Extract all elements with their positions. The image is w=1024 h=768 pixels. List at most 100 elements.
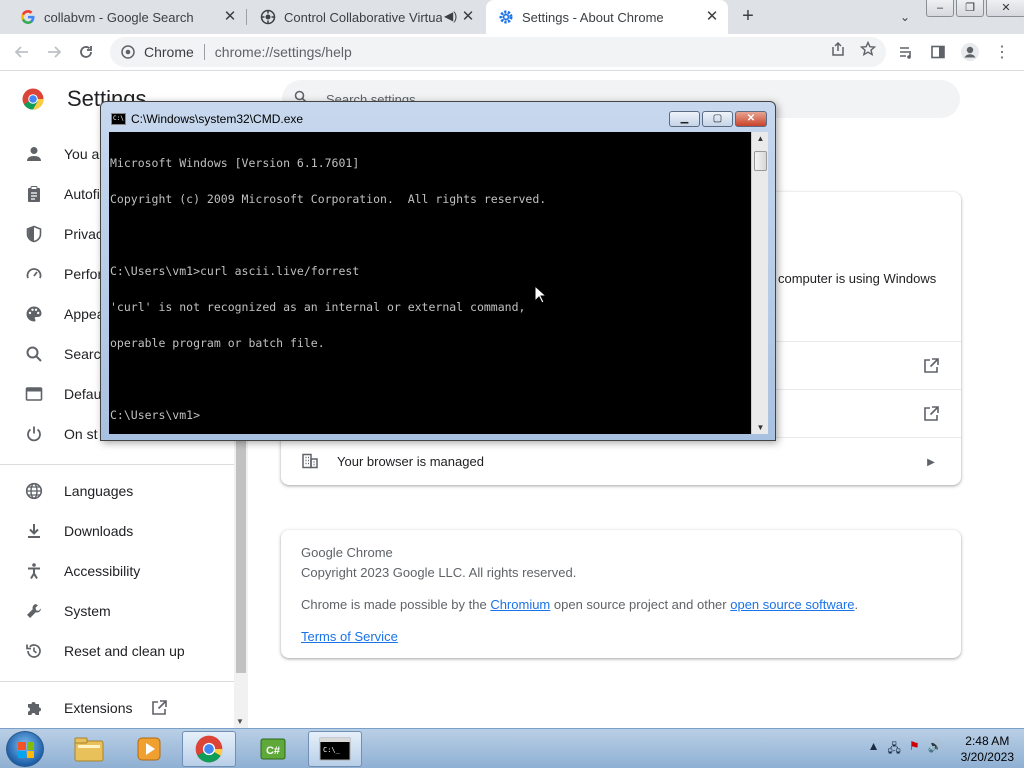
browser-window-icon	[24, 384, 44, 404]
site-name: Chrome	[144, 44, 194, 60]
kebab-menu-icon[interactable]: ⋮	[990, 40, 1014, 64]
sidebar-item-languages[interactable]: Languages	[0, 471, 234, 511]
sidebar-item-extensions[interactable]: Extensions	[0, 688, 234, 728]
minimize-button[interactable]: –	[926, 0, 954, 17]
csharp-taskbar-icon[interactable]: C#	[246, 731, 300, 767]
bookmark-star-icon[interactable]	[859, 40, 877, 60]
google-icon	[20, 9, 36, 25]
close-tab-icon[interactable]: ✕	[460, 9, 476, 25]
side-panel-icon[interactable]	[926, 40, 950, 64]
sidebar-item-label: Autofi	[64, 186, 100, 202]
cmd-window[interactable]: C:\ C:\Windows\system32\CMD.exe ▁ ▢ ✕ Mi…	[100, 101, 776, 441]
tab-google-search[interactable]: collabvm - Google Search ✕	[0, 0, 246, 34]
chrome-taskbar-icon[interactable]	[182, 731, 236, 767]
console-line: operable program or batch file.	[110, 336, 325, 350]
made-possible-middle: open source project and other	[550, 597, 731, 612]
console-line: 'curl' is not recognized as an internal …	[110, 300, 526, 314]
managed-label: Your browser is managed	[337, 454, 484, 469]
sidebar-item-reset-and-clean-up[interactable]: Reset and clean up	[0, 631, 234, 671]
windows-taskbar: C# C:\_ ▲ 🖧 ⚑ 🔊 2:48 AM 3/20/2023	[0, 728, 1024, 768]
scroll-down-arrow-icon[interactable]: ▼	[236, 717, 244, 726]
chrome-site-icon	[120, 44, 136, 60]
globe-icon	[24, 481, 44, 501]
tab-settings-about-chrome[interactable]: Settings - About Chrome ✕	[486, 0, 728, 34]
sidebar-item-downloads[interactable]: Downloads	[0, 511, 234, 551]
sidebar-item-label: Reset and clean up	[64, 643, 185, 659]
volume-icon[interactable]: 🔊	[928, 739, 943, 760]
tab-collabvm[interactable]: Control Collaborative Virtual ◀︎) ✕	[248, 0, 484, 34]
maximize-button[interactable]: ❐	[956, 0, 984, 17]
puzzle-icon	[24, 698, 44, 718]
media-queue-icon[interactable]	[894, 40, 918, 64]
sidebar-item-label: Extensions	[64, 700, 133, 716]
terms-of-service-link[interactable]: Terms of Service	[301, 629, 398, 644]
shield-icon	[24, 224, 44, 244]
action-center-flag-icon[interactable]: ⚑	[909, 739, 920, 760]
scrollbar-thumb[interactable]	[754, 151, 767, 171]
sidebar-item-label: Privac	[64, 226, 103, 242]
sidebar-item-label: Downloads	[64, 523, 134, 539]
sidebar-item-system[interactable]: System	[0, 591, 234, 631]
cmd-scrollbar[interactable]: ▲ ▼	[751, 132, 768, 434]
scroll-down-arrow-icon[interactable]: ▼	[752, 423, 769, 432]
browser-managed-row[interactable]: Your browser is managed ▶	[281, 437, 961, 485]
explorer-taskbar-icon[interactable]	[62, 731, 116, 767]
search-icon	[24, 344, 44, 364]
svg-text:C:\_: C:\_	[323, 746, 341, 754]
cmd-window-title: C:\Windows\system32\CMD.exe	[131, 112, 304, 126]
taskbar-clock[interactable]: 2:48 AM 3/20/2023	[961, 733, 1014, 765]
cmd-app-icon: C:\	[111, 113, 126, 125]
console-prompt-line: C:\Users\vm1>	[110, 408, 201, 422]
close-tab-icon[interactable]: ✕	[704, 9, 720, 25]
network-icon[interactable]: 🖧	[888, 739, 901, 760]
cmd-window-controls: ▁ ▢ ✕	[669, 111, 767, 127]
chromium-link[interactable]: Chromium	[490, 597, 550, 612]
sidebar-item-label: System	[64, 603, 111, 619]
sidebar-item-accessibility[interactable]: Accessibility	[0, 551, 234, 591]
show-hidden-icons-arrow-icon[interactable]: ▲	[868, 739, 880, 760]
profile-avatar-icon[interactable]	[958, 40, 982, 64]
speaker-muted-icon[interactable]: ◀︎)	[444, 9, 457, 23]
sidebar-item-label: Accessibility	[64, 563, 141, 579]
console-line: C:\Users\vm1>curl ascii.live/forrest	[110, 264, 360, 278]
open-in-new-icon	[921, 404, 941, 424]
close-tab-icon[interactable]: ✕	[222, 9, 238, 25]
back-arrow-icon[interactable]	[10, 40, 34, 64]
address-bar[interactable]: Chrome chrome://settings/help	[110, 37, 886, 67]
cmd-minimize-button[interactable]: ▁	[669, 111, 700, 127]
sidebar-item-label: Appea	[64, 306, 105, 322]
start-button[interactable]	[6, 731, 44, 767]
close-window-button[interactable]: ✕	[986, 0, 1024, 17]
collabvm-icon	[260, 9, 276, 25]
new-tab-button[interactable]: +	[736, 5, 760, 29]
tab-search-chevron-icon[interactable]: ⌄	[894, 6, 916, 28]
cmd-taskbar-icon[interactable]: C:\_	[308, 731, 362, 767]
scroll-up-arrow-icon[interactable]: ▲	[752, 134, 769, 143]
system-tray: ▲ 🖧 ⚑ 🔊 2:48 AM 3/20/2023	[868, 729, 1014, 768]
download-icon	[24, 521, 44, 541]
palette-icon	[24, 304, 44, 324]
open-source-software-link[interactable]: open source software	[730, 597, 854, 612]
sidebar-item-label: You a	[64, 146, 100, 162]
wrench-icon	[24, 601, 44, 621]
media-player-taskbar-icon[interactable]	[122, 731, 176, 767]
cmd-console-output[interactable]: Microsoft Windows [Version 6.1.7601] Cop…	[109, 132, 751, 434]
cmd-maximize-button[interactable]: ▢	[702, 111, 733, 127]
cmd-close-button[interactable]: ✕	[735, 111, 767, 127]
share-icon[interactable]	[830, 41, 846, 60]
made-possible-suffix: .	[854, 597, 859, 612]
tab-title: Control Collaborative Virtual	[284, 9, 442, 25]
forward-arrow-icon[interactable]	[42, 40, 66, 64]
clock-time: 2:48 AM	[965, 734, 1010, 748]
reload-icon[interactable]	[74, 40, 98, 64]
open-in-new-icon	[150, 699, 168, 720]
building-icon	[301, 452, 321, 472]
sidebar-divider	[0, 681, 234, 682]
url-text[interactable]: chrome://settings/help	[215, 44, 352, 60]
browser-toolbar: Chrome chrome://settings/help ⋮	[0, 34, 1024, 71]
power-icon	[24, 424, 44, 444]
copyright-text: Copyright 2023 Google LLC. All rights re…	[301, 565, 577, 580]
person-icon	[24, 144, 44, 164]
